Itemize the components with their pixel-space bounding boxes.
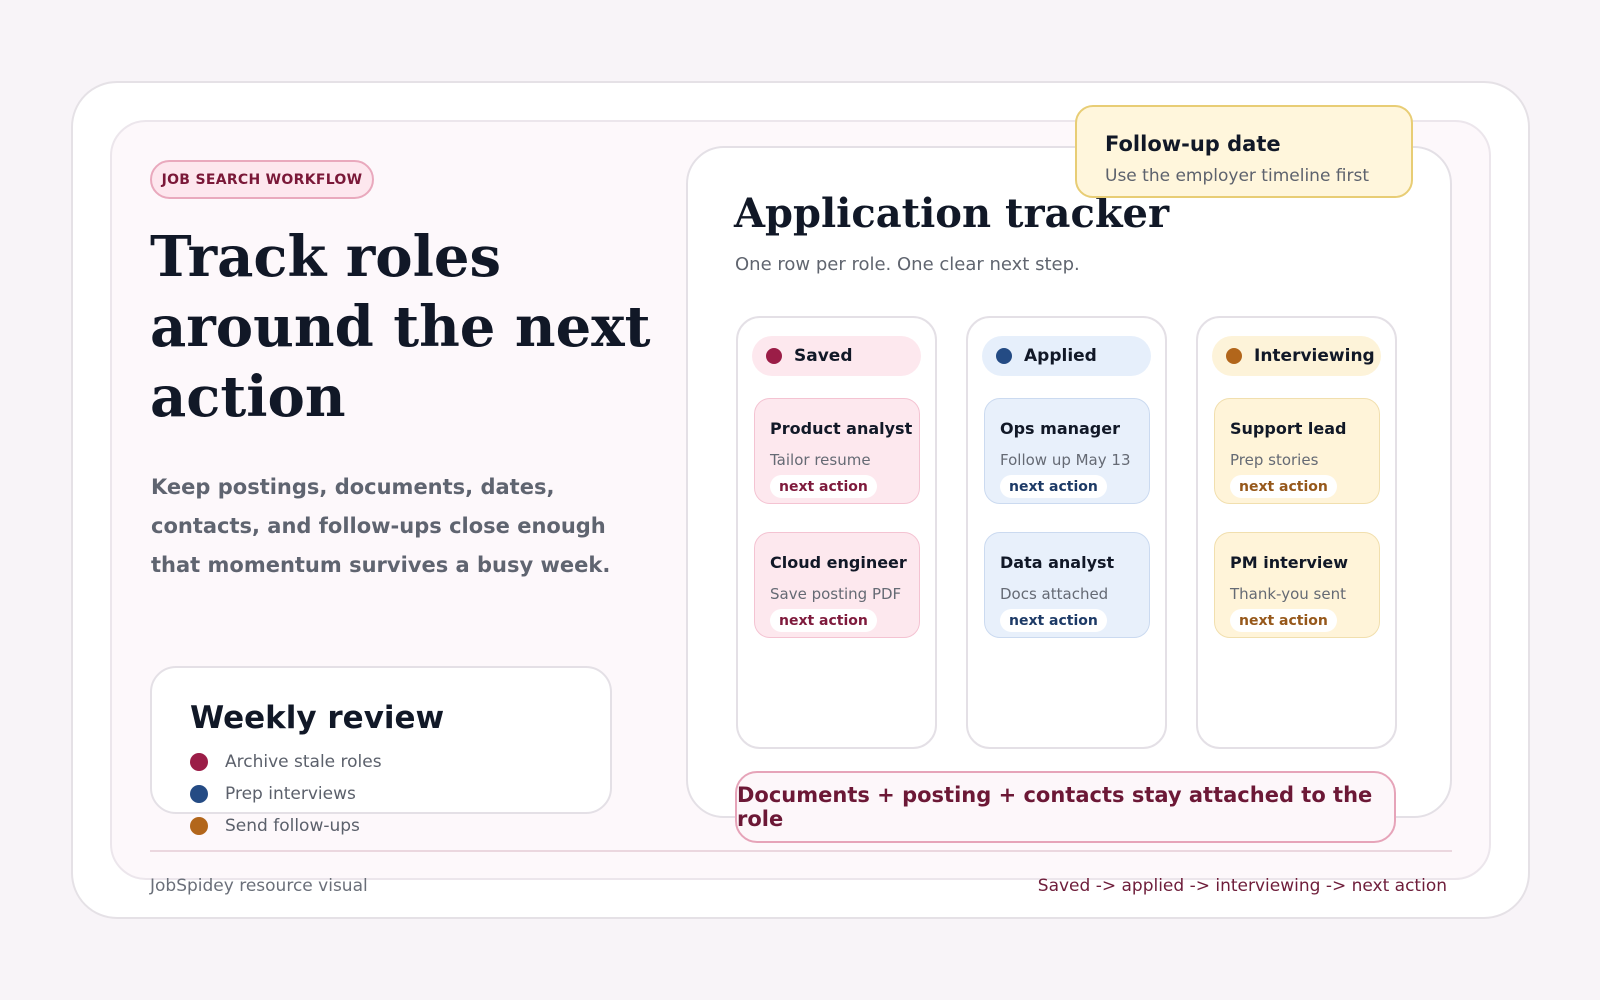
card-subtitle: Save posting PDF (770, 585, 902, 603)
card-subtitle: Tailor resume (770, 451, 871, 469)
status-dot-icon (766, 348, 782, 364)
next-action-badge: next action (770, 609, 877, 632)
bullet-dot-icon (190, 753, 208, 771)
column-header-saved[interactable]: Saved (752, 336, 921, 376)
footer-flow: Saved -> applied -> interviewing -> next… (1037, 876, 1447, 896)
column-header-label: Applied (1024, 346, 1097, 366)
column-header-interviewing[interactable]: Interviewing (1212, 336, 1381, 376)
hero-description: Keep postings, documents, dates, contact… (151, 475, 611, 577)
next-action-badge: next action (1000, 475, 1107, 498)
next-action-badge: next action (770, 475, 877, 498)
column-header-applied[interactable]: Applied (982, 336, 1151, 376)
tracker-subtitle: One row per role. One clear next step. (735, 254, 1080, 275)
role-card-data-analyst[interactable]: Data analyst Docs attached next action (984, 532, 1150, 638)
footer-source: JobSpidey resource visual (150, 876, 368, 896)
card-title: Support lead (1230, 419, 1347, 438)
column-header-label: Saved (794, 346, 853, 366)
weekly-item-label: Send follow-ups (225, 816, 360, 836)
card-subtitle: Docs attached (1000, 585, 1109, 603)
card-subtitle: Follow up May 13 (1000, 451, 1131, 469)
role-card-ops-manager[interactable]: Ops manager Follow up May 13 next action (984, 398, 1150, 504)
followup-title: Follow-up date (1105, 132, 1281, 156)
role-card-pm-interview[interactable]: PM interview Thank-you sent next action (1214, 532, 1380, 638)
role-card-product-analyst[interactable]: Product analyst Tailor resume next actio… (754, 398, 920, 504)
role-card-cloud-engineer[interactable]: Cloud engineer Save posting PDF next act… (754, 532, 920, 638)
status-dot-icon (1226, 348, 1242, 364)
bullet-dot-icon (190, 785, 208, 803)
weekly-item-label: Prep interviews (225, 784, 356, 804)
weekly-review-title: Weekly review (190, 700, 445, 736)
next-action-badge: next action (1000, 609, 1107, 632)
weekly-item-followups: Send follow-ups (190, 814, 360, 838)
bullet-dot-icon (190, 817, 208, 835)
weekly-item-label: Archive stale roles (225, 752, 382, 772)
next-action-badge: next action (1230, 475, 1337, 498)
footer-divider (150, 850, 1452, 852)
attachments-banner: Documents + posting + contacts stay atta… (735, 771, 1396, 843)
card-subtitle: Thank-you sent (1230, 585, 1346, 603)
status-dot-icon (996, 348, 1012, 364)
card-title: Product analyst (770, 419, 913, 438)
card-title: Ops manager (1000, 419, 1120, 438)
hero-title: Track roles around the next action (150, 224, 651, 430)
next-action-badge: next action (1230, 609, 1337, 632)
role-card-support-lead[interactable]: Support lead Prep stories next action (1214, 398, 1380, 504)
card-title: Cloud engineer (770, 553, 907, 572)
column-header-label: Interviewing (1254, 346, 1375, 366)
card-subtitle: Prep stories (1230, 451, 1319, 469)
workflow-tag: JOB SEARCH WORKFLOW (150, 160, 374, 199)
weekly-item-archive: Archive stale roles (190, 750, 382, 774)
followup-subtitle: Use the employer timeline first (1105, 166, 1370, 186)
weekly-item-prep: Prep interviews (190, 782, 356, 806)
card-title: Data analyst (1000, 553, 1115, 572)
card-title: PM interview (1230, 553, 1349, 572)
